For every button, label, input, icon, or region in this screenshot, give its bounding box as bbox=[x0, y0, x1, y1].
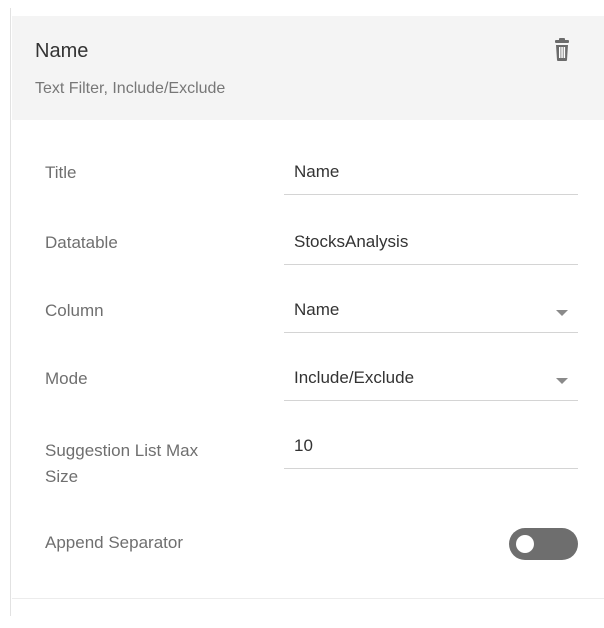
datatable-label: Datatable bbox=[45, 233, 118, 252]
toggle-knob bbox=[516, 535, 534, 553]
trash-icon[interactable] bbox=[552, 38, 572, 62]
column-label: Column bbox=[45, 301, 104, 320]
filter-settings-panel: Name Text Filter, Include/Exclude Title … bbox=[12, 16, 604, 628]
append-separator-toggle[interactable] bbox=[509, 528, 578, 560]
title-input[interactable]: Name bbox=[284, 156, 578, 195]
mode-select[interactable]: Include/Exclude bbox=[284, 362, 578, 401]
chevron-down-icon[interactable] bbox=[556, 378, 568, 384]
append-separator-label: Append Separator bbox=[45, 533, 183, 552]
suggestion-max-input[interactable]: 10 bbox=[284, 430, 578, 469]
suggestion-max-label-line1: Suggestion List Max bbox=[45, 441, 199, 460]
suggestion-max-value: 10 bbox=[294, 436, 313, 455]
divider bbox=[12, 598, 604, 599]
title-label: Title bbox=[45, 163, 77, 182]
filter-subtitle: Text Filter, Include/Exclude bbox=[35, 80, 226, 97]
suggestion-max-label: Suggestion List Max Size bbox=[45, 438, 198, 490]
chevron-down-icon[interactable] bbox=[556, 310, 568, 316]
left-border bbox=[10, 8, 11, 616]
mode-value: Include/Exclude bbox=[294, 368, 415, 387]
mode-label: Mode bbox=[45, 369, 88, 388]
filter-title: Name bbox=[35, 40, 89, 62]
column-value: Name bbox=[294, 300, 340, 319]
column-select[interactable]: Name bbox=[284, 294, 578, 333]
suggestion-max-label-line2: Size bbox=[45, 467, 79, 486]
datatable-value: StocksAnalysis bbox=[294, 232, 409, 251]
filter-header: Name Text Filter, Include/Exclude bbox=[12, 16, 604, 120]
title-value: Name bbox=[294, 162, 340, 181]
datatable-input[interactable]: StocksAnalysis bbox=[284, 226, 578, 265]
